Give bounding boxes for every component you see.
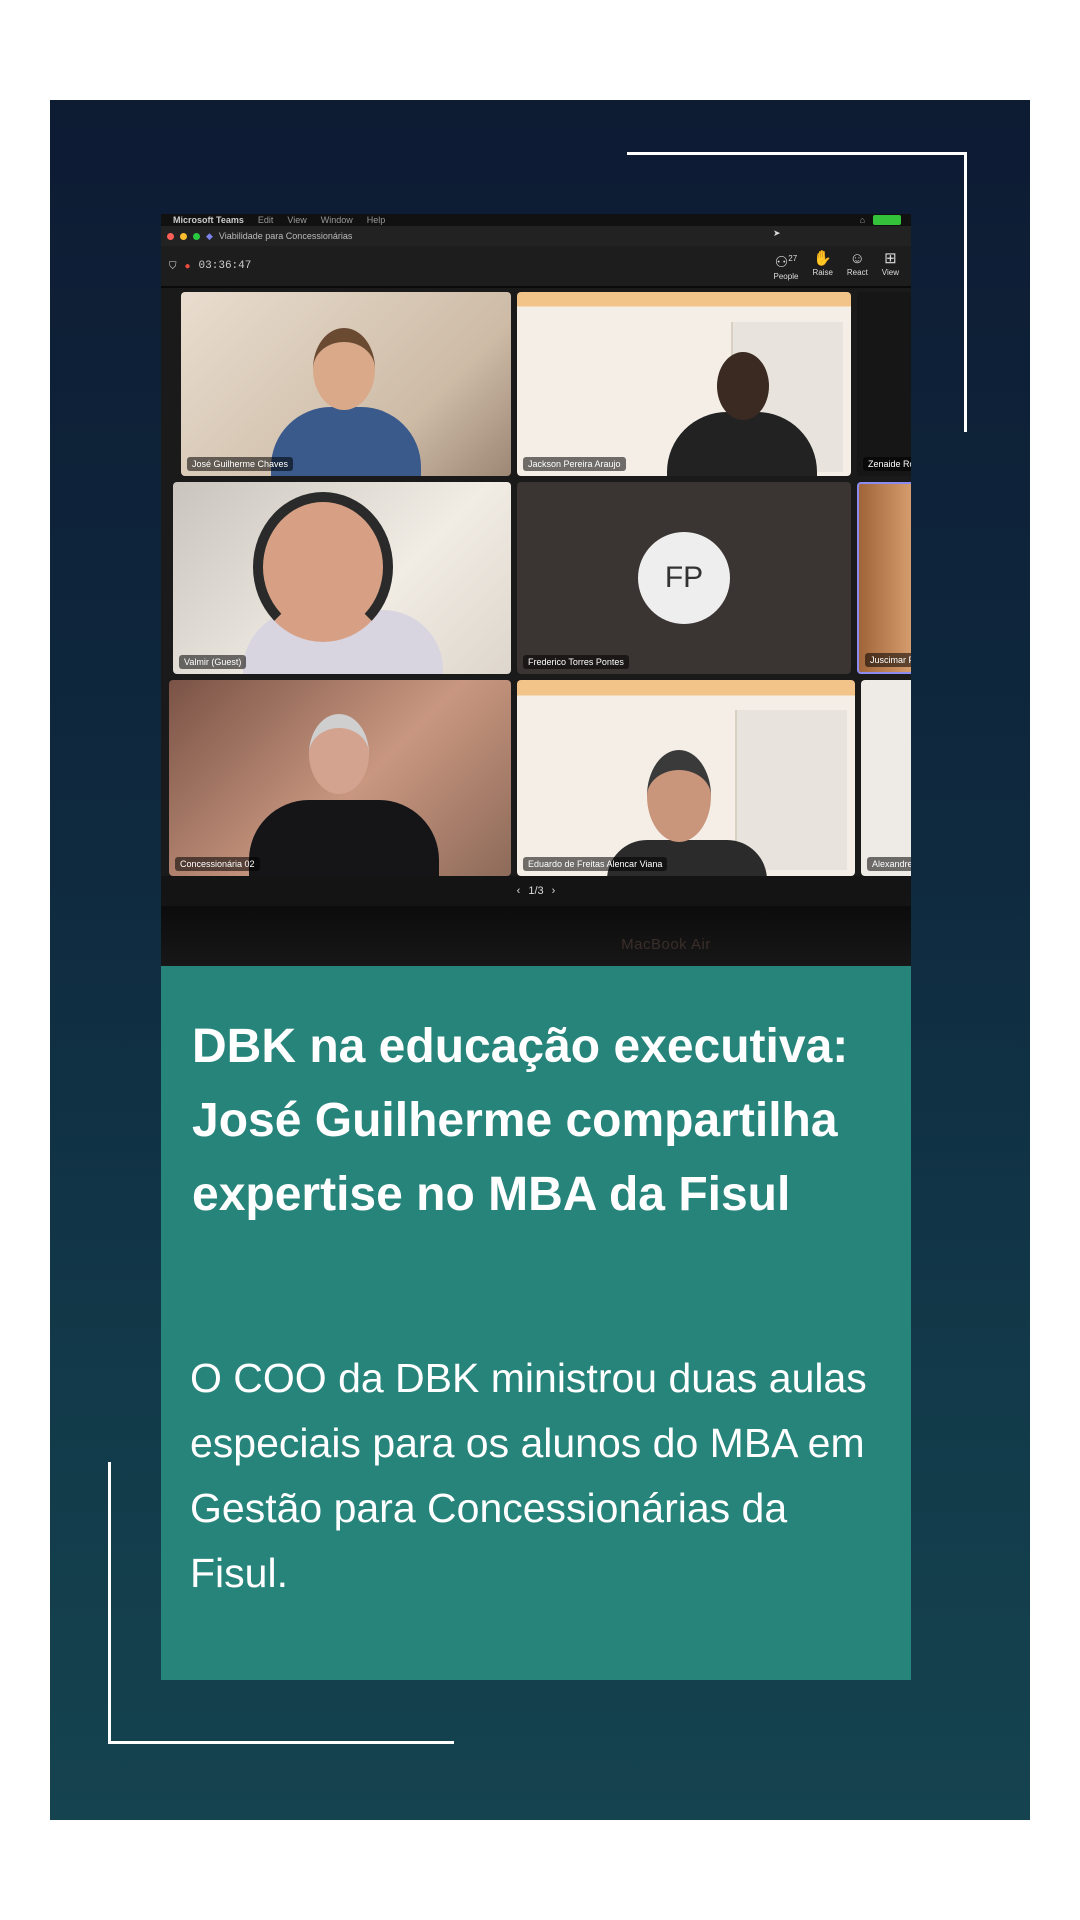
page-indicator: 1/3 [528,885,544,897]
chevron-left-icon[interactable]: ‹ [517,885,521,897]
react-icon: ☺ [849,250,865,267]
participant-name: Frederico Torres Pontes [523,655,629,669]
participant-name: Concessionária 02 [175,857,260,871]
participant-figure [271,407,421,476]
participant-name: Juscimar F [865,653,911,667]
video-tile[interactable]: FP Frederico Torres Pontes [517,482,851,674]
summary-text: O COO da DBK ministrou duas aulas especi… [190,1355,867,1596]
shield-icon: ⛉ [169,260,177,272]
camera-status-icon [873,215,901,225]
meeting-photo: Microsoft Teams Edit View Window Help ⌂ … [161,214,911,966]
participant-figure [717,352,769,420]
laptop-bezel: MacBook Air [161,906,911,966]
raise-hand-icon: ✋ [813,250,832,267]
video-tile[interactable]: Jackson Pereira Araujo [517,292,851,476]
people-button[interactable]: ⚇27 People [774,250,799,281]
recording-icon: ● [184,260,191,272]
people-icon: ⚇27 [774,254,798,271]
view-icon: ⊞ [884,250,897,267]
video-tile[interactable]: José Guilherme Chaves [181,292,511,476]
participant-name: Eduardo de Freitas Alencar Viana [523,857,668,871]
menu-edit: Edit [257,215,274,225]
headline: DBK na educação executiva: José Guilherm… [192,1020,849,1221]
dropbox-icon: ⌂ [859,215,865,225]
participant-figure [309,714,369,794]
device-label: MacBook Air [621,936,711,953]
window-title: Viabilidade para Concessionárias [218,231,353,241]
participant-name: Zenaide Ro [863,457,911,471]
participant-name: Alexandre [867,857,911,871]
video-tile[interactable]: Eduardo de Freitas Alencar Viana [517,680,855,876]
video-tile[interactable]: Alexandre [861,680,911,876]
react-button[interactable]: ☺ React [847,250,868,281]
participant-name: José Guilherme Chaves [187,457,294,471]
video-tile[interactable]: Juscimar F [857,482,911,674]
meeting-toolbar: ⛉ ● 03:36:47 ⚇27 People ✋ Raise ☺ React … [161,246,911,286]
chevron-right-icon[interactable]: › [552,885,556,897]
view-label: View [881,268,899,277]
raise-hand-button[interactable]: ✋ Raise [812,250,832,281]
participant-figure [647,750,711,842]
video-tile[interactable]: Valmir (Guest) [173,482,511,674]
window-titlebar: ◆ Viabilidade para Concessionárias ➤ [161,226,911,246]
participant-avatar: FP [638,532,730,624]
people-count: 27 [788,254,798,263]
post-card: Microsoft Teams Edit View Window Help ⌂ … [50,100,1030,1820]
menu-help: Help [366,215,386,225]
video-grid: José Guilherme Chaves Jackson Pereira Ar… [161,288,911,876]
participant-name: Valmir (Guest) [179,655,247,669]
participant-figure [313,328,375,410]
text-panel: DBK na educação executiva: José Guilherm… [161,966,911,1680]
cursor-icon: ➤ [773,228,781,238]
people-label: People [773,272,799,281]
room-window [735,710,847,870]
menu-view: View [287,215,307,225]
close-dot-icon [167,232,174,240]
maximize-dot-icon [193,232,200,240]
video-tile[interactable]: Concessionária 02 [169,680,511,876]
menu-window: Window [320,215,353,225]
meeting-timer: 03:36:47 [198,260,252,272]
participant-figure [253,492,393,642]
mac-menubar: Microsoft Teams Edit View Window Help ⌂ [161,214,911,226]
gallery-pager: ‹ 1/3 › [161,876,911,906]
participant-figure [249,800,439,876]
raise-label: Raise [812,268,833,277]
react-label: React [846,268,868,277]
menu-app: Microsoft Teams [173,215,244,225]
video-tile[interactable]: Zenaide Ro [857,292,911,476]
view-button[interactable]: ⊞ View [882,250,899,281]
minimize-dot-icon [180,232,187,240]
participant-name: Jackson Pereira Araujo [523,457,626,471]
teams-icon: ◆ [206,230,213,241]
